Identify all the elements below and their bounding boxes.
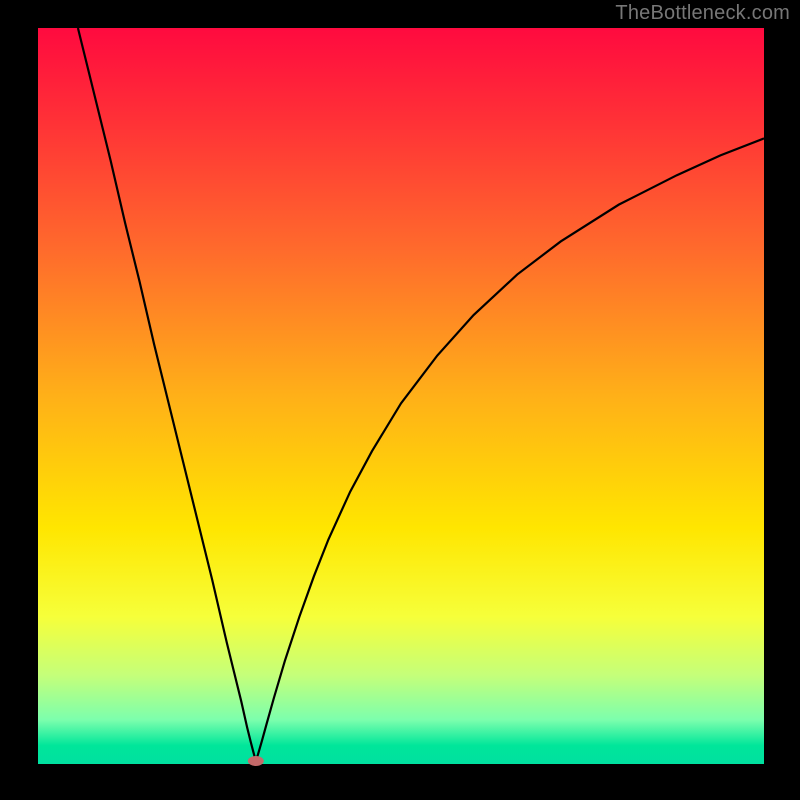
watermark-text: TheBottleneck.com xyxy=(615,2,790,25)
bottleneck-chart xyxy=(0,0,800,800)
chart-frame: TheBottleneck.com xyxy=(0,0,800,800)
plot-background xyxy=(38,28,764,764)
minimum-marker xyxy=(248,756,264,766)
